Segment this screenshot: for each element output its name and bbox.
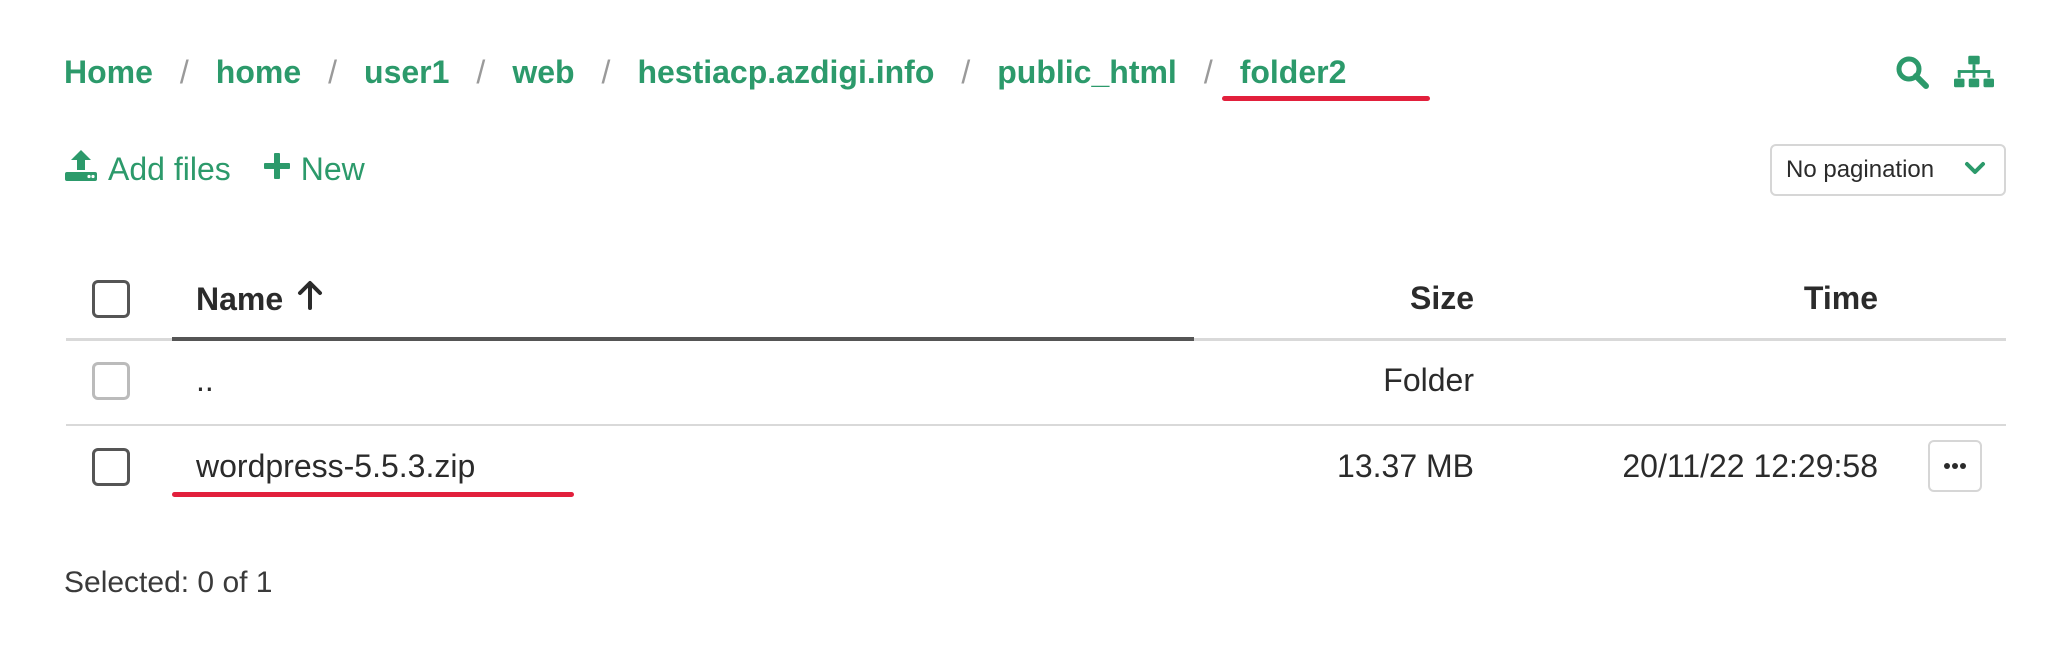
selection-status: Selected: 0 of 1 [64,566,273,599]
table-row[interactable]: wordpress-5.5.3.zip 13.37 MB 20/11/22 12… [66,426,2006,510]
column-time-header[interactable]: Time [1804,280,1878,317]
chevron-down-icon [1964,156,1986,184]
breadcrumb-home[interactable]: home [216,54,301,91]
add-files-label: Add files [108,150,231,187]
row-checkbox[interactable] [92,448,130,486]
row-checkbox[interactable] [92,362,130,400]
upload-icon [64,148,98,190]
row-actions-button[interactable] [1928,440,1982,492]
breadcrumb-home-root[interactable]: Home [64,54,153,91]
zip-file-highlight-underline [172,492,574,497]
new-button[interactable]: New [263,151,365,188]
add-files-button[interactable]: Add files [64,148,231,190]
pagination-value: No pagination [1786,156,1935,183]
breadcrumb-separator: / [179,53,189,90]
breadcrumb-public-html[interactable]: public_html [997,54,1177,91]
search-icon[interactable] [1892,52,1932,92]
file-toolbar: Add files New [64,148,365,190]
file-size: Folder [1383,362,1474,398]
table-header: Name Size Time [66,262,2006,341]
plus-icon [263,151,291,188]
folder2-highlight-underline [1222,96,1430,101]
breadcrumb-folder2[interactable]: folder2 [1240,54,1347,91]
header-actions [1892,52,1994,92]
select-all-checkbox[interactable] [92,280,130,318]
file-name[interactable]: .. [196,362,214,399]
column-name-label: Name [196,280,284,317]
breadcrumb-web[interactable]: web [512,54,574,91]
breadcrumb-separator: / [328,53,338,90]
file-table: Name Size Time .. Folder wordpress-5.5.3… [66,262,2006,510]
breadcrumb-separator: / [601,53,611,90]
new-label: New [300,150,365,187]
column-size-header[interactable]: Size [1410,280,1474,317]
file-size: 13.37 MB [1337,448,1474,484]
column-name-header[interactable]: Name [196,280,323,318]
file-name[interactable]: wordpress-5.5.3.zip [196,448,475,485]
ellipsis-icon [1943,457,1967,475]
breadcrumb-domain[interactable]: hestiacp.azdigi.info [637,54,934,91]
table-row-parent[interactable]: .. Folder [66,340,2006,426]
sitemap-icon[interactable] [1954,52,1994,92]
file-time: 20/11/22 12:29:58 [1622,448,1878,484]
breadcrumb-separator: / [1203,53,1213,90]
arrow-up-icon [297,280,323,318]
breadcrumb-user1[interactable]: user1 [364,54,449,91]
pagination-select[interactable]: No pagination [1770,144,2006,196]
breadcrumb: Home / home / user1 / web / hestiacp.azd… [64,50,1346,94]
breadcrumb-separator: / [961,53,971,90]
breadcrumb-separator: / [476,53,486,90]
